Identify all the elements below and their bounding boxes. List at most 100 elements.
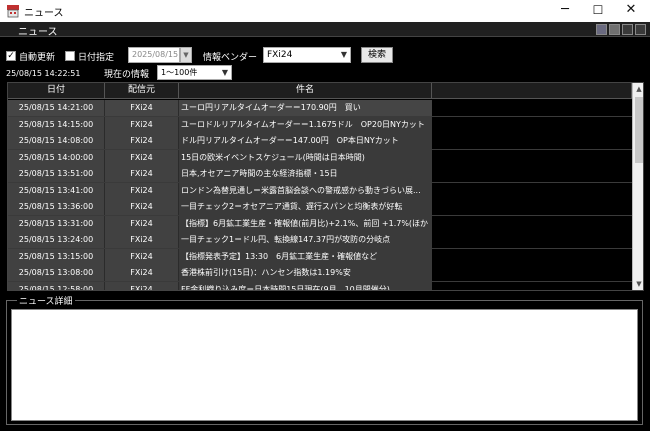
close-button[interactable]: ✕ xyxy=(614,0,648,22)
cell-filler xyxy=(432,232,632,248)
cell-filler xyxy=(432,149,632,166)
cell-filler xyxy=(432,248,632,265)
column-header-filler xyxy=(432,83,632,99)
cell-source: FXi24 xyxy=(105,248,179,265)
table-row[interactable]: 25/08/15 14:08:00 FXi24 ドル円リアルタイムオーダー＝147.… xyxy=(8,133,632,150)
cell-source: FXi24 xyxy=(105,166,179,182)
auto-update-checkbox[interactable]: ✓ xyxy=(6,51,16,61)
panel-header: ニュース xyxy=(0,22,650,38)
last-updated-timestamp: 25/08/15 14:22:51 xyxy=(6,69,81,78)
cell-date: 25/08/15 13:51:00 xyxy=(8,166,105,182)
vendor-label: 情報ベンダー xyxy=(203,53,258,63)
column-header-date[interactable]: 日付 xyxy=(8,83,105,99)
table-row[interactable]: 25/08/15 14:21:00 FXi24 ユーロ円リアルタイムオーダー＝170… xyxy=(8,100,632,117)
cell-date: 25/08/15 13:41:00 xyxy=(8,182,105,199)
cell-date: 25/08/15 13:24:00 xyxy=(8,232,105,248)
news-detail-group: ニュース詳細 xyxy=(6,294,643,425)
maximize-button[interactable]: ☐ xyxy=(581,0,615,22)
cell-source: FXi24 xyxy=(105,281,179,290)
table-row[interactable]: 25/08/15 14:00:00 FXi24 15日の欧米イベントスケジュール(時… xyxy=(8,149,632,166)
cell-source: FXi24 xyxy=(105,100,179,116)
filter-row: ✓ 自動更新 日付指定 xyxy=(6,48,124,64)
date-input[interactable]: 2025/08/15 xyxy=(128,47,180,63)
scroll-up-icon[interactable]: ▲ xyxy=(633,83,643,95)
app-logo-icon xyxy=(7,5,19,18)
cell-subject: 15日の欧米イベントスケジュール(時間は日本時間) xyxy=(179,149,432,166)
table-row[interactable]: 25/08/15 13:41:00 FXi24 ロンドン為替見通し＝米露首脳会談への… xyxy=(8,182,632,199)
column-header-source[interactable]: 配信元 xyxy=(105,83,179,99)
cell-subject: 香港株前引け(15日)：ハンセン指数は1.19%安 xyxy=(179,265,432,281)
search-button[interactable]: 検索 xyxy=(361,47,393,63)
cell-subject: ユーロドルリアルタイムオーダー＝1.1675ドル OP20日NYカット xyxy=(179,116,432,133)
scroll-thumb[interactable] xyxy=(635,97,643,163)
table-row[interactable]: 25/08/15 13:31:00 FXi24 【指標】6月鉱工業生産・確報値(前月… xyxy=(8,215,632,232)
chevron-down-icon: ▼ xyxy=(340,50,347,59)
count-select-value: 1〜100件 xyxy=(161,68,198,77)
scroll-down-icon[interactable]: ▼ xyxy=(633,278,643,290)
cell-date: 25/08/15 14:15:00 xyxy=(8,116,105,133)
table-row[interactable]: 25/08/15 13:15:00 FXi24 【指標発表予定】13:30 6月鉱工… xyxy=(8,248,632,265)
cell-filler xyxy=(432,265,632,281)
cell-date: 25/08/15 14:08:00 xyxy=(8,133,105,149)
cell-subject: ドル円リアルタイムオーダー＝147.00円 OP本日NYカット xyxy=(179,133,432,149)
cell-filler xyxy=(432,100,632,116)
cell-source: FXi24 xyxy=(105,182,179,199)
window-titlebar: ニュース ─ ☐ ✕ xyxy=(0,0,650,22)
cell-source: FXi24 xyxy=(105,133,179,149)
cell-date: 25/08/15 13:36:00 xyxy=(8,199,105,215)
table-row[interactable]: 25/08/15 14:15:00 FXi24 ユーロドルリアルタイムオーダー＝1.… xyxy=(8,116,632,133)
cell-source: FXi24 xyxy=(105,116,179,133)
vertical-scrollbar[interactable]: ▲ ▼ xyxy=(632,83,643,290)
cell-subject: ロンドン為替見通し＝米露首脳会談への警戒感から動きづらい展... xyxy=(179,182,432,199)
table-row[interactable]: 25/08/15 12:58:00 FXi24 FF金利織り込み度＝日本時間15日現… xyxy=(8,281,632,290)
cell-source: FXi24 xyxy=(105,232,179,248)
vendor-select[interactable]: FXi24 ▼ xyxy=(263,47,351,63)
cell-filler xyxy=(432,281,632,290)
cell-filler xyxy=(432,182,632,199)
cell-subject: FF金利織り込み度＝日本時間15日現在(9月、10月開催分) xyxy=(179,281,432,290)
cell-filler xyxy=(432,116,632,133)
panel-title: ニュース xyxy=(18,27,58,38)
table-row[interactable]: 25/08/15 13:51:00 FXi24 日本,オセアニア時間の主な経済指標・… xyxy=(8,166,632,183)
cell-date: 25/08/15 14:00:00 xyxy=(8,149,105,166)
column-header-subject[interactable]: 件名 xyxy=(179,83,432,99)
current-info-label: 現在の情報 xyxy=(104,70,150,80)
print-icon[interactable] xyxy=(609,24,620,35)
cell-subject: 【指標】6月鉱工業生産・確報値(前月比)+2.1%、前回 +1.7%(ほか xyxy=(179,215,432,232)
window-title: ニュース xyxy=(24,8,64,19)
news-detail-label: ニュース詳細 xyxy=(17,294,75,307)
table-row[interactable]: 25/08/15 13:36:00 FXi24 一目チェック2＝オセアニア通貨、遅行… xyxy=(8,199,632,216)
table-header: 日付 配信元 件名 xyxy=(8,83,632,99)
cell-source: FXi24 xyxy=(105,149,179,166)
table-row[interactable]: 25/08/15 13:24:00 FXi24 一目チェック1＝ドル円、転換線147… xyxy=(8,232,632,249)
cell-filler xyxy=(432,199,632,215)
auto-update-label: 自動更新 xyxy=(19,52,56,63)
cell-subject: 【指標発表予定】13:30 6月鉱工業生産・確報値など xyxy=(179,248,432,265)
cell-filler xyxy=(432,133,632,149)
date-filter-label: 日付指定 xyxy=(78,52,115,63)
news-table: 日付 配信元 件名 25/08/15 14:21:00 FXi24 ユーロ円リアルタ… xyxy=(7,82,644,291)
table-row[interactable]: 25/08/15 13:08:00 FXi24 香港株前引け(15日)：ハンセン指数… xyxy=(8,265,632,282)
pin-icon[interactable] xyxy=(635,24,646,35)
date-dropdown-icon[interactable]: ▼ xyxy=(180,47,192,63)
cell-subject: ユーロ円リアルタイムオーダー＝170.90円 買い xyxy=(179,100,432,116)
news-detail-textbox[interactable] xyxy=(11,309,638,421)
panel-header-icons xyxy=(596,24,646,35)
vendor-select-value: FXi24 xyxy=(267,50,293,60)
minimize-button[interactable]: ─ xyxy=(548,0,582,22)
cell-source: FXi24 xyxy=(105,215,179,232)
cell-source: FXi24 xyxy=(105,199,179,215)
window-restore-icon[interactable] xyxy=(622,24,633,35)
cell-subject: 日本,オセアニア時間の主な経済指標・15日 xyxy=(179,166,432,182)
cell-subject: 一目チェック2＝オセアニア通貨、遅行スパンと均衡表が好転 xyxy=(179,199,432,215)
cell-date: 25/08/15 13:31:00 xyxy=(8,215,105,232)
news-content: ✓ 自動更新 日付指定 2025/08/15 ▼ 情報ベンダー FXi24 ▼ … xyxy=(0,37,650,431)
cell-date: 25/08/15 13:15:00 xyxy=(8,248,105,265)
cell-filler xyxy=(432,166,632,182)
settings-icon[interactable] xyxy=(596,24,607,35)
date-filter-checkbox[interactable] xyxy=(65,51,76,61)
count-select[interactable]: 1〜100件 ▼ xyxy=(157,65,232,80)
cell-filler xyxy=(432,215,632,232)
chevron-down-icon: ▼ xyxy=(221,68,228,77)
cell-date: 25/08/15 14:21:00 xyxy=(8,100,105,116)
